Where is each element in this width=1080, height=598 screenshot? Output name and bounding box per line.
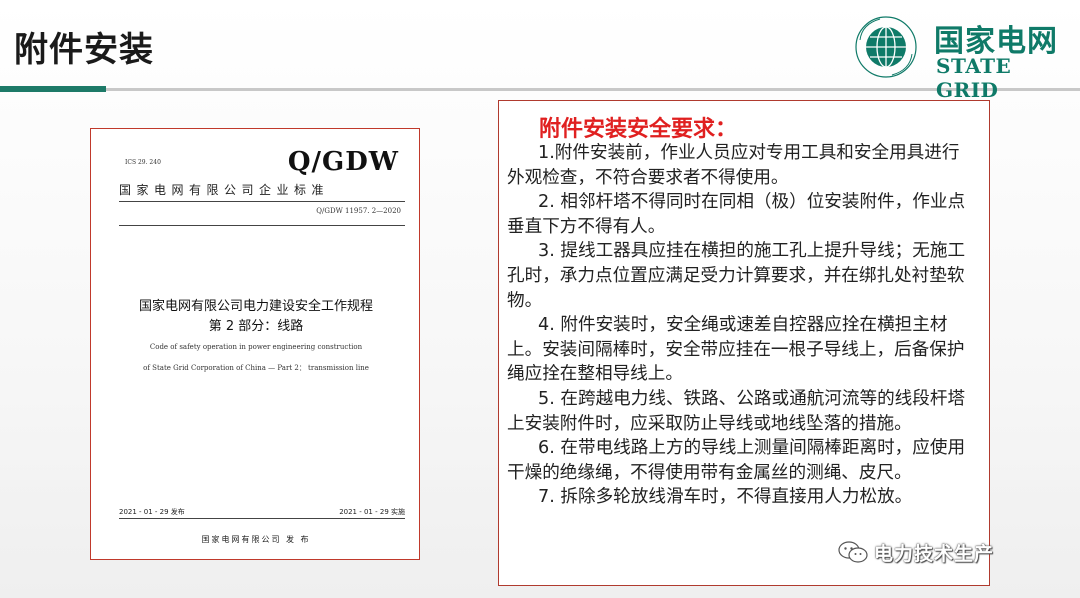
state-grid-logo: 国家电网 STATE GRID bbox=[848, 12, 1080, 102]
doc-title-sub: 第 2 部分：线路 bbox=[208, 319, 304, 334]
globe-icon bbox=[855, 16, 917, 78]
doc-divider-bottom bbox=[119, 518, 405, 519]
title-rule-green bbox=[0, 86, 106, 92]
doc-divider-top bbox=[119, 201, 405, 202]
requirements-list: 1.附件安装前，作业人员应对专用工具和安全用具进行外观检查，不符合要求者不得使用… bbox=[507, 141, 977, 510]
requirement-item-7: 7. 拆除多轮放线滑车时，不得直接用人力松放。 bbox=[538, 487, 913, 508]
watermark-text: 电力技术生产 bbox=[874, 542, 995, 565]
wechat-icon bbox=[838, 541, 868, 563]
doc-title-main: 国家电网有限公司电力建设安全工作规程 bbox=[138, 299, 373, 314]
doc-number: Q/GDW 11957. 2—2020 bbox=[316, 207, 401, 215]
doc-brand: Q/GDW bbox=[287, 147, 399, 177]
slide-title: 附件安装 bbox=[14, 30, 154, 70]
requirement-item-3: 3. 提线工器具应挂在横担的施工孔上提升导线；无施工孔时，承力点位置应满足受力计… bbox=[507, 241, 966, 311]
requirements-box: 附件安装安全要求： 1.附件安装前，作业人员应对专用工具和安全用具进行外观检查，… bbox=[498, 100, 990, 586]
requirements-heading: 附件安装安全要求： bbox=[539, 117, 738, 142]
document-cover: ICS 29. 240 Q/GDW 国家电网有限公司企业标准 Q/GDW 119… bbox=[90, 128, 420, 560]
requirement-item-1: 1.附件安装前，作业人员应对专用工具和安全用具进行外观检查，不符合要求者不得使用… bbox=[507, 143, 960, 188]
requirement-item-5: 5. 在跨越电力线、铁路、公路或通航河流等的线段杆塔上安装附件时，应采取防止导线… bbox=[507, 388, 966, 434]
logo-en-text: STATE GRID bbox=[936, 54, 1012, 102]
title-rule-gray bbox=[106, 88, 1080, 91]
requirement-item-6: 6. 在带电线路上方的导线上测量间隔棒距离时，应使用干燥的绝缘绳，不得使用带有金… bbox=[507, 438, 966, 483]
doc-issue-date: 2021 - 01 - 29 发布 bbox=[119, 508, 185, 516]
doc-publisher: 国家电网有限公司 发 布 bbox=[201, 535, 311, 544]
requirement-item-4: 4. 附件安装时，安全绳或速差自控器应拴在横担主材上。安装间隔棒时，安全带应挂在… bbox=[507, 315, 965, 385]
doc-en-title-1: Code of safety operation in power engine… bbox=[149, 343, 363, 351]
watermark: 电力技术生产 bbox=[838, 540, 995, 565]
doc-org: 国家电网有限公司企业标准 bbox=[119, 183, 330, 197]
doc-en-title-2: of State Grid Corporation of China — Par… bbox=[143, 364, 369, 372]
doc-ics: ICS 29. 240 bbox=[125, 159, 161, 166]
requirement-item-2: 2. 相邻杆塔不得同时在同相（极）位安装附件，作业点垂直下方不得有人。 bbox=[507, 192, 966, 237]
doc-implement-date: 2021 - 01 - 29 实施 bbox=[339, 508, 405, 516]
doc-divider-2 bbox=[119, 225, 405, 226]
